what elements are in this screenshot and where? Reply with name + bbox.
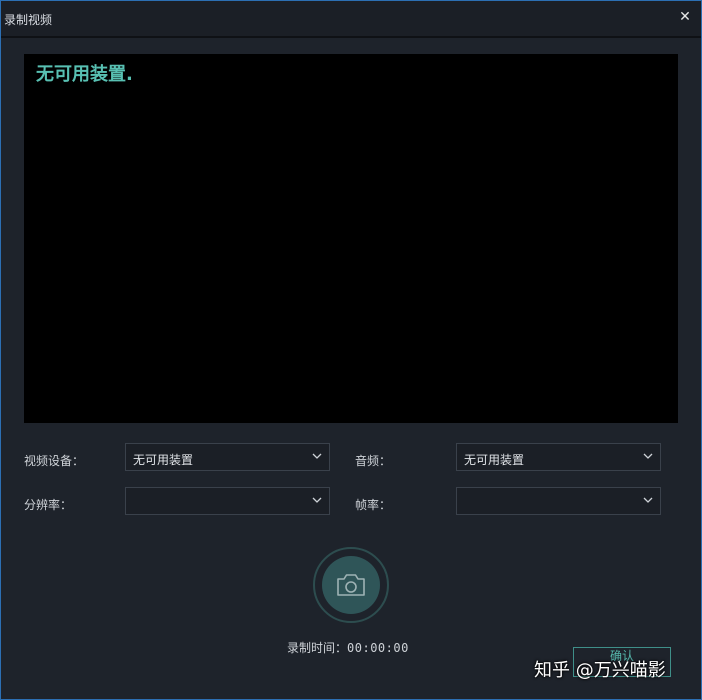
camera-icon — [337, 574, 365, 596]
recording-time: 录制时间：00:00:00 — [287, 639, 409, 656]
audio-device-value: 无可用装置 — [464, 453, 525, 467]
chevron-down-icon — [312, 453, 322, 459]
record-video-dialog: 录制视频 ✕ 无可用装置. 视频设备： 无可用装置 音频： 无可用装置 分辨率：… — [0, 0, 702, 700]
recording-time-label: 录制时间： — [287, 641, 348, 655]
recording-time-value: 00:00:00 — [347, 641, 409, 655]
watermark-text: 知乎 @万兴喵影 — [534, 660, 666, 681]
close-icon[interactable]: ✕ — [677, 9, 693, 25]
no-device-message: 无可用装置. — [36, 64, 133, 85]
resolution-label: 分辨率： — [24, 498, 73, 512]
chevron-down-icon — [643, 497, 653, 503]
audio-device-select[interactable]: 无可用装置 — [456, 443, 661, 471]
framerate-label: 帧率： — [355, 498, 392, 512]
video-device-value: 无可用装置 — [133, 453, 194, 467]
title-bar: 录制视频 ✕ — [1, 1, 701, 38]
dialog-title: 录制视频 — [4, 13, 53, 27]
audio-label: 音频： — [355, 454, 392, 468]
chevron-down-icon — [643, 453, 653, 459]
video-device-select[interactable]: 无可用装置 — [125, 443, 330, 471]
record-button[interactable] — [313, 547, 389, 623]
resolution-select[interactable] — [125, 487, 330, 515]
framerate-select[interactable] — [456, 487, 661, 515]
chevron-down-icon — [312, 497, 322, 503]
record-button-inner — [322, 556, 380, 614]
video-device-label: 视频设备： — [24, 454, 85, 468]
video-preview: 无可用装置. — [24, 54, 678, 423]
